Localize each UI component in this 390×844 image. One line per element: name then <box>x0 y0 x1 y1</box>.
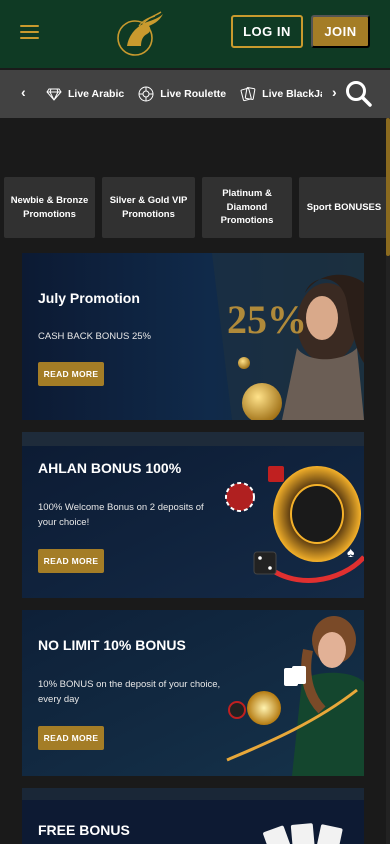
category-label: Live BlackJac <box>262 88 322 100</box>
category-nav: ‹ Live Arabic Live Roulette Live BlackJa… <box>0 70 390 118</box>
read-more-button[interactable]: READ MORE <box>38 726 104 750</box>
promo-card-ahlan[interactable]: ♠ AHLAN BONUS 100% 100% Welcome Bonus on… <box>22 432 364 598</box>
category-live-roulette[interactable]: Live Roulette <box>138 86 226 102</box>
tab-sport-bonuses[interactable]: Sport BONUSES <box>299 177 389 238</box>
category-live-blackjack[interactable]: Live BlackJac <box>240 86 322 102</box>
roulette-icon <box>138 86 154 102</box>
join-button[interactable]: JOIN <box>311 15 370 48</box>
scroll-right-arrow[interactable]: › <box>332 84 337 100</box>
promo-card-july[interactable]: 25% July Promotion CASH BACK BONUS 25% R… <box>22 253 364 420</box>
category-label: Live Roulette <box>160 88 227 100</box>
promo-title: NO LIMIT 10% BONUS <box>38 637 186 653</box>
menu-icon[interactable] <box>20 25 39 39</box>
scrollbar-thumb[interactable] <box>386 118 390 256</box>
promo-card-no-limit[interactable]: NO LIMIT 10% BONUS 10% BONUS on the depo… <box>22 610 364 776</box>
search-icon[interactable] <box>345 80 373 108</box>
category-live-arabic[interactable]: Live Arabic <box>46 88 124 101</box>
diamond-icon <box>46 88 62 101</box>
tab-label: Sport BONUSES <box>306 201 382 213</box>
cards-icon <box>240 87 256 102</box>
read-more-button[interactable]: READ MORE <box>38 549 104 573</box>
svg-text:♠: ♠ <box>347 544 355 560</box>
login-button[interactable]: LOG IN <box>231 15 303 48</box>
promo-description: CASH BACK BONUS 25% <box>38 331 151 342</box>
promo-title: FREE BONUS <box>38 822 130 838</box>
promo-title: AHLAN BONUS 100% <box>38 460 182 476</box>
top-header: LOG IN JOIN <box>0 0 390 68</box>
horse-logo[interactable] <box>113 10 165 58</box>
category-label: Live Arabic <box>68 88 125 100</box>
tab-newbie-bronze[interactable]: Newbie & Bronze Promotions <box>4 177 95 238</box>
tab-silver-gold[interactable]: Silver & Gold VIP Promotions <box>102 177 195 238</box>
promo-card-free-bonus[interactable]: FREE BONUS <box>22 788 364 844</box>
promo-description: 10% BONUS on the deposit of your choice,… <box>38 679 221 706</box>
promotion-tabs: Newbie & Bronze Promotions Silver & Gold… <box>4 177 389 239</box>
promo-description: 100% Welcome Bonus on 2 deposits of your… <box>38 502 204 529</box>
tab-label: Platinum & Diamond Promotions <box>220 187 274 227</box>
read-more-button[interactable]: READ MORE <box>38 362 104 386</box>
scroll-left-arrow[interactable]: ‹ <box>21 84 26 100</box>
tab-label: Newbie & Bronze Promotions <box>10 194 89 220</box>
tab-label: Silver & Gold VIP Promotions <box>109 194 188 220</box>
promo-badge-text: 25% <box>227 297 307 342</box>
promo-title: July Promotion <box>38 290 140 306</box>
category-scroller[interactable]: Live Arabic Live Roulette Live BlackJac <box>46 70 322 118</box>
tab-platinum-diamond[interactable]: Platinum & Diamond Promotions <box>202 177 292 238</box>
